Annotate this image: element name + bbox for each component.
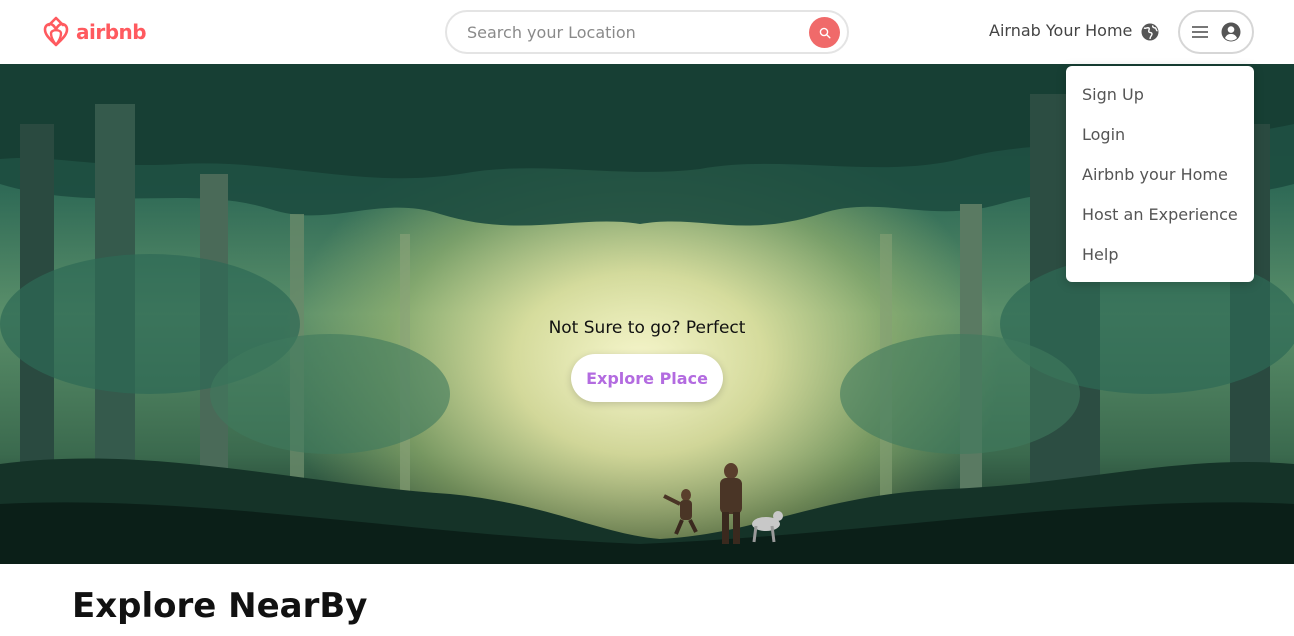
top-navbar: airbnb Airnab Your Home (0, 0, 1294, 64)
explore-place-button[interactable]: Explore Place (571, 354, 723, 402)
language-button[interactable] (1140, 22, 1160, 42)
section-title: Explore NearBy (72, 586, 368, 626)
menu-item-login[interactable]: Login (1066, 114, 1254, 154)
hero-caption: Not Sure to go? Perfect (548, 318, 746, 338)
user-dropdown-menu: Sign Up Login Airbnb your Home Host an E… (1066, 66, 1254, 282)
menu-item-airbnb-your-home[interactable]: Airbnb your Home (1066, 154, 1254, 194)
user-avatar-icon (1221, 22, 1241, 42)
search-icon (819, 27, 831, 39)
brand-name: airbnb (76, 20, 147, 44)
menu-item-host-experience[interactable]: Host an Experience (1066, 194, 1254, 234)
globe-icon (1141, 23, 1159, 41)
location-search-bar (445, 10, 849, 54)
search-input[interactable] (467, 22, 787, 42)
menu-item-help[interactable]: Help (1066, 234, 1254, 274)
hamburger-icon (1192, 26, 1208, 38)
airbnb-logo-icon (43, 16, 69, 47)
search-button[interactable] (809, 17, 840, 48)
brand-logo[interactable]: airbnb (40, 15, 147, 49)
menu-item-sign-up[interactable]: Sign Up (1066, 74, 1254, 114)
host-your-home-link[interactable]: Airnab Your Home (989, 21, 1132, 40)
user-menu-button[interactable] (1178, 10, 1254, 54)
